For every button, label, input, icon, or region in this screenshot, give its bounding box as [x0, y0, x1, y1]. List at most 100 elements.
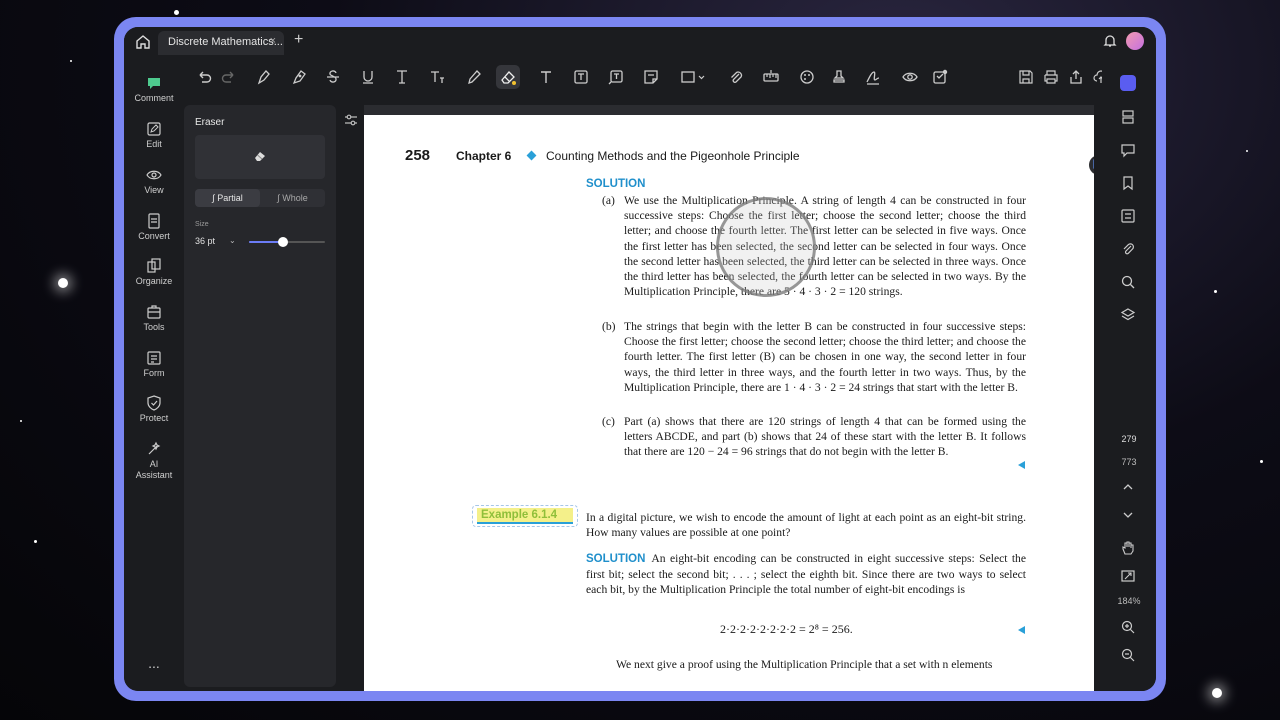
right-sidebar: 279 773 184%: [1102, 61, 1156, 691]
save-icon[interactable]: [1014, 65, 1038, 89]
avatar[interactable]: [1126, 32, 1144, 50]
stamp-palette-icon[interactable]: [795, 65, 819, 89]
star: [1260, 460, 1263, 463]
strikethrough-icon[interactable]: [321, 65, 345, 89]
new-tab-button[interactable]: +: [294, 31, 303, 49]
translate-icon[interactable]: [1089, 155, 1094, 175]
end-marker-icon: [1018, 626, 1025, 634]
bookmark-icon[interactable]: [1120, 175, 1136, 191]
zoom-level[interactable]: 184%: [1102, 596, 1156, 606]
sidebar-item-view[interactable]: View: [124, 167, 184, 196]
sidebar-item-edit[interactable]: Edit: [124, 121, 184, 150]
attachment-icon[interactable]: [724, 65, 748, 89]
solution-heading: SOLUTION: [586, 553, 646, 565]
pdf-page[interactable]: 258 Chapter 6 Counting Methods and the P…: [364, 105, 1094, 691]
stamp-icon[interactable]: [827, 65, 851, 89]
window-frame: Discrete Mathematics... × + Comment Edit…: [114, 17, 1166, 701]
measure-icon[interactable]: [759, 65, 783, 89]
size-dropdown[interactable]: 36 pt ⌄: [195, 233, 239, 249]
sidebar-item-ai-assistant[interactable]: AI Assistant: [124, 441, 184, 481]
signature-icon[interactable]: [861, 65, 885, 89]
highlighter-icon[interactable]: [287, 65, 311, 89]
edit-icon: [147, 122, 161, 136]
size-value: 36 pt: [195, 236, 216, 246]
more-options-icon[interactable]: ...: [124, 655, 184, 671]
redo-icon[interactable]: [217, 65, 241, 89]
total-pages: 773: [1121, 457, 1137, 467]
sidebar-item-protect[interactable]: Protect: [124, 395, 184, 424]
size-label: Size: [195, 221, 209, 228]
page-separator: [364, 105, 1094, 115]
eye-icon[interactable]: [898, 65, 922, 89]
document-viewport[interactable]: 258 Chapter 6 Counting Methods and the P…: [364, 105, 1094, 691]
part-text: We use the Multiplication Principle. A s…: [624, 194, 1026, 299]
star: [70, 60, 72, 62]
batch-icon[interactable]: [928, 65, 952, 89]
callout-icon[interactable]: [604, 65, 628, 89]
current-page-number[interactable]: 279: [1102, 434, 1156, 444]
underline-icon[interactable]: [356, 65, 380, 89]
star: [1246, 150, 1248, 152]
highlight: Example 6.1.4: [477, 508, 573, 524]
sidebar-item-organize[interactable]: Organize: [124, 258, 184, 287]
share-icon[interactable]: [1064, 65, 1088, 89]
page-number: 258: [405, 147, 431, 164]
undo-icon[interactable]: [192, 65, 216, 89]
attachment-icon[interactable]: [1120, 241, 1136, 257]
ai-chat-icon[interactable]: [1120, 75, 1136, 91]
text-icon[interactable]: [534, 65, 558, 89]
bell-icon[interactable]: [1102, 33, 1118, 49]
eraser-mode-toggle: ∫ Partial ∫ Whole: [195, 189, 325, 207]
pdf-editor-app: Discrete Mathematics... × + Comment Edit…: [124, 27, 1156, 691]
example-label: Example 6.1.4: [481, 509, 558, 521]
view-icon: [146, 170, 162, 180]
chevron-up-icon[interactable]: [1120, 479, 1136, 495]
sidebar-item-label: Protect: [139, 413, 169, 423]
size-slider[interactable]: [249, 237, 325, 247]
mode-whole-button[interactable]: ∫ Whole: [260, 189, 325, 207]
panel-settings-icon[interactable]: [342, 111, 360, 129]
shape-icon[interactable]: [677, 65, 711, 89]
layers-icon[interactable]: [1120, 307, 1136, 323]
tab-title: Discrete Mathematics...: [168, 36, 283, 48]
text-box-icon[interactable]: [569, 65, 593, 89]
search-icon[interactable]: [1120, 274, 1136, 290]
sidebar-item-form[interactable]: Form: [124, 350, 184, 379]
zoom-in-icon[interactable]: [1120, 619, 1136, 635]
fields-icon[interactable]: [1120, 208, 1136, 224]
chapter-title: Counting Methods and the Pigeonhole Prin…: [546, 149, 800, 163]
document-tab[interactable]: Discrete Mathematics... ×: [158, 31, 284, 55]
home-icon[interactable]: [134, 33, 152, 51]
mode-partial-button[interactable]: ∫ Partial: [195, 189, 260, 207]
solution-heading: SOLUTION: [586, 178, 646, 190]
next-paragraph: We next give a proof using the Multiplic…: [616, 658, 993, 671]
fit-page-icon[interactable]: [1120, 568, 1136, 584]
print-icon[interactable]: [1039, 65, 1063, 89]
pen-icon[interactable]: [252, 65, 276, 89]
tab-bar: Discrete Mathematics... × +: [124, 27, 1156, 57]
hand-tool-icon[interactable]: [1120, 540, 1136, 556]
example-label-annotation[interactable]: Example 6.1.4: [472, 505, 578, 527]
chapter-label: Chapter 6: [456, 149, 512, 163]
eraser-icon[interactable]: [496, 65, 520, 89]
text-insert-icon[interactable]: [390, 65, 414, 89]
thumbnails-icon[interactable]: [1120, 109, 1136, 125]
tab-close-button[interactable]: ×: [270, 35, 276, 47]
part-text: Part (a) shows that there are 120 string…: [624, 415, 1026, 459]
text-replace-icon[interactable]: [425, 65, 449, 89]
chevron-down-icon[interactable]: [1120, 507, 1136, 523]
part-label: (a): [602, 194, 615, 207]
pencil-icon[interactable]: [462, 65, 486, 89]
slider-thumb[interactable]: [278, 237, 289, 247]
solution-part-a: (a) We use the Multiplication Principle.…: [602, 193, 1026, 299]
star: [20, 420, 22, 422]
solution-part-b: (b) The strings that begin with the lett…: [602, 319, 1026, 395]
mode-label: Whole: [282, 193, 308, 203]
convert-icon: [148, 213, 160, 229]
sidebar-item-comment[interactable]: Comment: [124, 75, 184, 104]
zoom-out-icon[interactable]: [1120, 647, 1136, 663]
sidebar-item-tools[interactable]: Tools: [124, 304, 184, 333]
sidebar-item-convert[interactable]: Convert: [124, 213, 184, 242]
comments-icon[interactable]: [1120, 142, 1136, 158]
sticky-note-icon[interactable]: [639, 65, 663, 89]
